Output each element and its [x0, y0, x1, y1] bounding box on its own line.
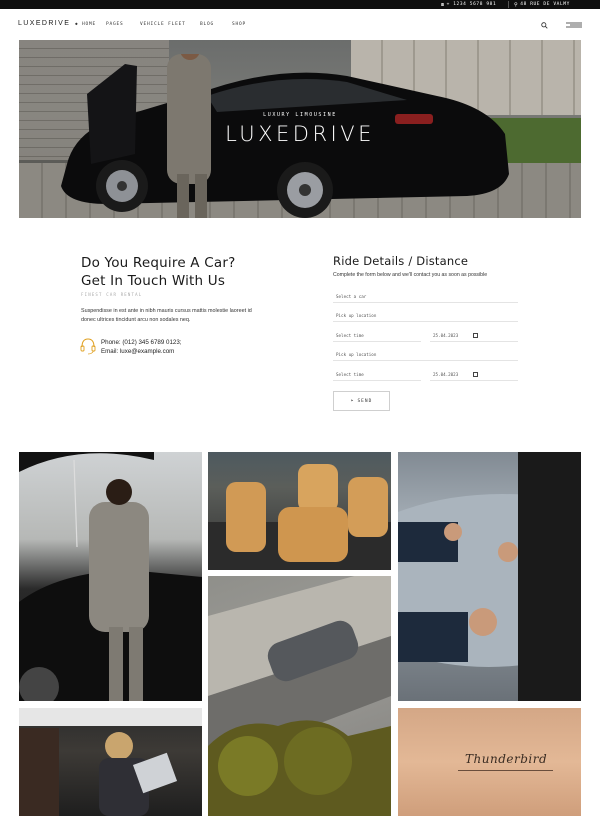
menu-icon — [565, 22, 582, 28]
topbar-phone[interactable]: ☎ + 1234 5678 981 — [441, 2, 496, 8]
nav-item-blog[interactable]: BLOG — [200, 22, 214, 27]
road-illustration — [208, 576, 391, 816]
location-pin-icon: ⚲ — [514, 1, 519, 8]
gallery-image-key-handover[interactable] — [398, 452, 581, 701]
pickup-date-field[interactable]: 25.04.2023 — [430, 330, 518, 342]
gallery-image-thunderbird-emblem[interactable]: Thunderbird — [398, 708, 581, 816]
seats-illustration — [208, 464, 391, 570]
search-icon — [540, 21, 548, 29]
nav-item-vehicle-fleet[interactable]: VEHICLE FLEET — [140, 22, 186, 27]
hero-text: LUXURY LIMOUSINE LUXEDRIVE — [19, 112, 581, 146]
gallery-image-car-interior[interactable] — [208, 452, 391, 570]
gallery-image-road-aerial[interactable] — [208, 576, 391, 816]
contact-email[interactable]: Email: luxe@example.com — [101, 347, 182, 356]
hero-title: LUXEDRIVE — [225, 122, 375, 146]
nav-item-pages[interactable]: PAGES — [106, 22, 124, 27]
contact-paragraph: Suspendisse in est ante in nibh mauris c… — [81, 308, 252, 323]
select-car-field[interactable]: Select a car — [333, 291, 518, 303]
passenger-illustration — [19, 708, 202, 816]
handover-illustration — [398, 452, 581, 701]
contact-phone[interactable]: Phone: (012) 345 6789 0123; — [101, 338, 182, 347]
send-arrow-icon: ➤ — [350, 398, 355, 404]
hero-subtitle: LUXURY LIMOUSINE — [263, 112, 337, 118]
gallery-image-passenger-laptop[interactable] — [19, 708, 202, 816]
form-subtitle: Complete the form below and we'll contac… — [333, 272, 488, 278]
top-bar: ☎ + 1234 5678 981 ⚲ 48 RUE DE VALMY — [0, 0, 600, 9]
hero-banner: LUXURY LIMOUSINE LUXEDRIVE — [19, 40, 581, 218]
dropoff-date-field[interactable]: 25.04.2023 — [430, 369, 518, 381]
pickup-location-field[interactable]: Pick up location — [333, 310, 518, 322]
hamburger-menu-button[interactable] — [565, 19, 582, 31]
headset-icon — [80, 338, 96, 355]
nav-item-home[interactable]: ◆ HOME — [75, 22, 96, 27]
contact-heading: Do You Require A Car? Get In Touch With … — [81, 255, 236, 289]
send-button[interactable]: ➤ SEND — [333, 391, 390, 411]
topbar-divider — [508, 1, 509, 8]
gallery-image-chauffeur-umbrella[interactable] — [19, 452, 202, 701]
nav-item-shop[interactable]: SHOP — [232, 22, 246, 27]
pickup-time-field[interactable]: Select time — [333, 330, 421, 342]
contact-info: Phone: (012) 345 6789 0123; Email: luxe@… — [101, 338, 182, 356]
thunderbird-script: Thunderbird — [465, 752, 548, 766]
main-nav: LUXEDRIVE ◆ HOME PAGES VEHICLE FLEET BLO… — [0, 9, 600, 40]
topbar-address[interactable]: ⚲ 48 RUE DE VALMY — [514, 2, 570, 8]
chauffeur-illustration — [19, 452, 202, 701]
active-dot-icon: ◆ — [75, 22, 79, 27]
calendar-icon — [473, 333, 478, 338]
script-underline — [458, 770, 553, 771]
form-heading: Ride Details / Distance — [333, 254, 469, 268]
search-button[interactable] — [537, 19, 551, 31]
phone-icon: ☎ — [441, 1, 445, 8]
site-logo[interactable]: LUXEDRIVE — [18, 20, 70, 27]
dropoff-time-field[interactable]: Select time — [333, 369, 421, 381]
contact-tagline: FINEST CAR RENTAL — [81, 292, 143, 297]
calendar-icon — [473, 372, 478, 377]
dropoff-location-field[interactable]: Pick up location — [333, 349, 518, 361]
